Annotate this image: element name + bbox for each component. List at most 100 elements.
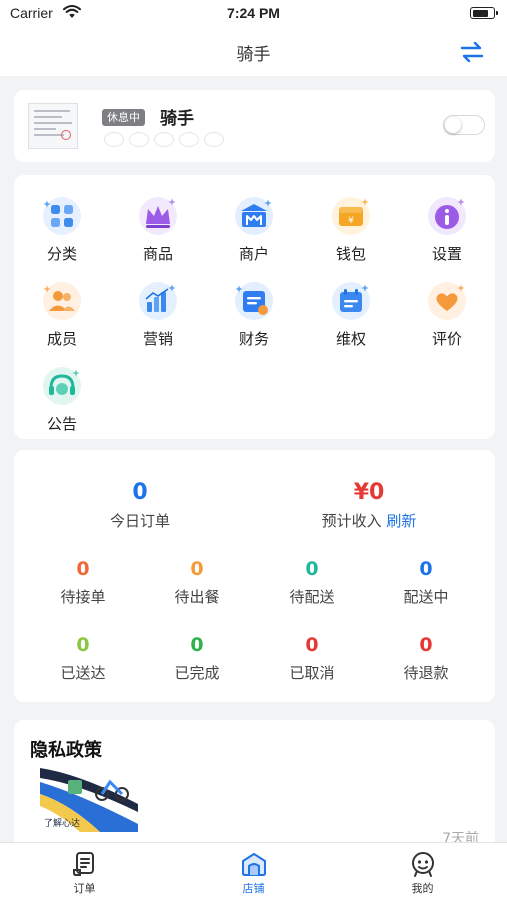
- finance-icon: [235, 282, 273, 320]
- announcement-icon: [43, 367, 81, 405]
- switch-arrows-icon[interactable]: [459, 40, 485, 64]
- tab-shop[interactable]: 店铺: [169, 843, 338, 900]
- stat-label: 配送中: [403, 588, 449, 606]
- stat-pending-accept[interactable]: 0 待接单: [28, 558, 138, 607]
- avatar-line: [34, 116, 62, 118]
- tab-label: 我的: [411, 882, 434, 895]
- menu-item-wallet[interactable]: ¥ 钱包: [311, 185, 391, 265]
- stat-pending-meal[interactable]: 0 待出餐: [142, 558, 252, 607]
- stat-value: 0: [190, 634, 204, 656]
- menu-label: 维权: [335, 330, 366, 348]
- heart-review-icon: [428, 282, 466, 320]
- today-orders[interactable]: 0 今日订单: [60, 480, 220, 531]
- rating-star: [154, 132, 174, 147]
- stat-label: 已完成: [174, 664, 220, 682]
- rating-star: [104, 132, 124, 147]
- expected-income-row: 预计收入 刷新: [289, 510, 449, 531]
- battery-level: [472, 9, 488, 17]
- today-orders-label: 今日订单: [109, 512, 170, 530]
- stat-cancelled[interactable]: 0 已取消: [257, 634, 367, 683]
- stat-label: 待配送: [289, 588, 335, 606]
- orders-icon: [73, 852, 94, 876]
- stat-label: 已取消: [289, 664, 335, 682]
- menu-item-marketing[interactable]: 营销: [118, 270, 198, 350]
- profile-face-icon: [412, 852, 434, 877]
- menu-item-category[interactable]: 分类: [22, 185, 102, 265]
- menu-item-members[interactable]: 成员: [22, 270, 102, 350]
- menu-item-rights[interactable]: 维权: [311, 270, 391, 350]
- crown-icon: [139, 197, 177, 235]
- menu-label: 公告: [46, 415, 77, 433]
- status-badge: 休息中: [102, 109, 145, 126]
- rider-name: 骑手: [160, 109, 194, 129]
- avatar-line: [34, 110, 70, 112]
- menu-item-settings[interactable]: 设置: [407, 185, 487, 265]
- svg-text:¥: ¥: [348, 216, 354, 226]
- rating-stars: [104, 132, 224, 147]
- rating-star: [204, 132, 224, 147]
- privacy-banner-image: 了解心达: [40, 764, 138, 832]
- expected-income-value: ¥0: [353, 480, 385, 505]
- stat-delivering[interactable]: 0 配送中: [371, 558, 481, 607]
- settings-info-icon: [428, 197, 466, 235]
- tab-label: 订单: [73, 882, 96, 895]
- privacy-title: 隐私政策: [30, 740, 102, 761]
- tab-orders[interactable]: 订单: [0, 843, 169, 900]
- menu-label: 设置: [431, 245, 462, 263]
- menu-label: 营销: [142, 330, 173, 348]
- rating-star: [179, 132, 199, 147]
- menu-item-announcement[interactable]: 公告: [22, 355, 102, 435]
- stat-label: 待接单: [60, 588, 106, 606]
- expected-income: ¥0 预计收入 刷新: [289, 480, 449, 531]
- wallet-icon: ¥: [332, 197, 370, 235]
- online-toggle[interactable]: [443, 115, 485, 135]
- menu-item-goods[interactable]: 商品: [118, 185, 198, 265]
- menu-label: 评价: [431, 330, 462, 348]
- status-bar: Carrier 7:24 PM: [0, 0, 507, 28]
- menu-label: 财务: [238, 330, 269, 348]
- stat-label: 已送达: [60, 664, 106, 682]
- avatar-stamp: [61, 130, 71, 140]
- menu-item-review[interactable]: 评价: [407, 270, 487, 350]
- stat-value: 0: [419, 634, 433, 656]
- toggle-knob: [445, 117, 461, 133]
- stat-delivered[interactable]: 0 已送达: [28, 634, 138, 683]
- profile-card: 休息中 骑手: [14, 90, 495, 162]
- tab-label: 店铺: [242, 882, 265, 895]
- menu-label: 钱包: [335, 245, 366, 263]
- category-icon: [43, 197, 81, 235]
- menu-label: 成员: [46, 330, 77, 348]
- stat-value: 0: [190, 558, 204, 580]
- menu-item-finance[interactable]: 财务: [214, 270, 294, 350]
- stat-label: 待退款: [403, 664, 449, 682]
- function-menu: 分类 商品 商户 ¥ 钱包 设置 成员 营销 财务 维权 评价 公告: [14, 175, 495, 439]
- stat-value: 0: [419, 558, 433, 580]
- menu-item-merchant[interactable]: 商户: [214, 185, 294, 265]
- stat-value: 0: [76, 634, 90, 656]
- menu-label: 商户: [238, 245, 269, 263]
- avatar-line: [34, 128, 56, 130]
- stat-value: 0: [305, 634, 319, 656]
- stat-value: 0: [76, 558, 90, 580]
- marketing-chart-icon: [139, 282, 177, 320]
- merchant-icon: [235, 197, 273, 235]
- members-icon: [43, 282, 81, 320]
- avatar-line: [34, 134, 64, 136]
- tab-mine[interactable]: 我的: [338, 843, 507, 900]
- stat-label: 待出餐: [174, 588, 220, 606]
- rating-star: [129, 132, 149, 147]
- privacy-policy-card[interactable]: 隐私政策 了解心达 7天前: [14, 720, 495, 860]
- tab-bar: 订单 店铺 我的: [0, 842, 507, 900]
- avatar[interactable]: [28, 103, 78, 149]
- order-stats-card: 0 今日订单 ¥0 预计收入 刷新 0 待接单 0 待出餐 0 待配送 0 配送…: [14, 450, 495, 702]
- nav-bar: 骑手: [0, 28, 507, 76]
- page-title: 骑手: [236, 45, 271, 65]
- menu-label: 分类: [46, 245, 77, 263]
- rights-calendar-icon: [332, 282, 370, 320]
- stat-completed[interactable]: 0 已完成: [142, 634, 252, 683]
- stat-pending-delivery[interactable]: 0 待配送: [257, 558, 367, 607]
- today-orders-value: 0: [132, 480, 148, 505]
- stat-pending-refund[interactable]: 0 待退款: [371, 634, 481, 683]
- refresh-link[interactable]: 刷新: [386, 512, 416, 530]
- privacy-image-caption: 了解心达: [44, 817, 80, 829]
